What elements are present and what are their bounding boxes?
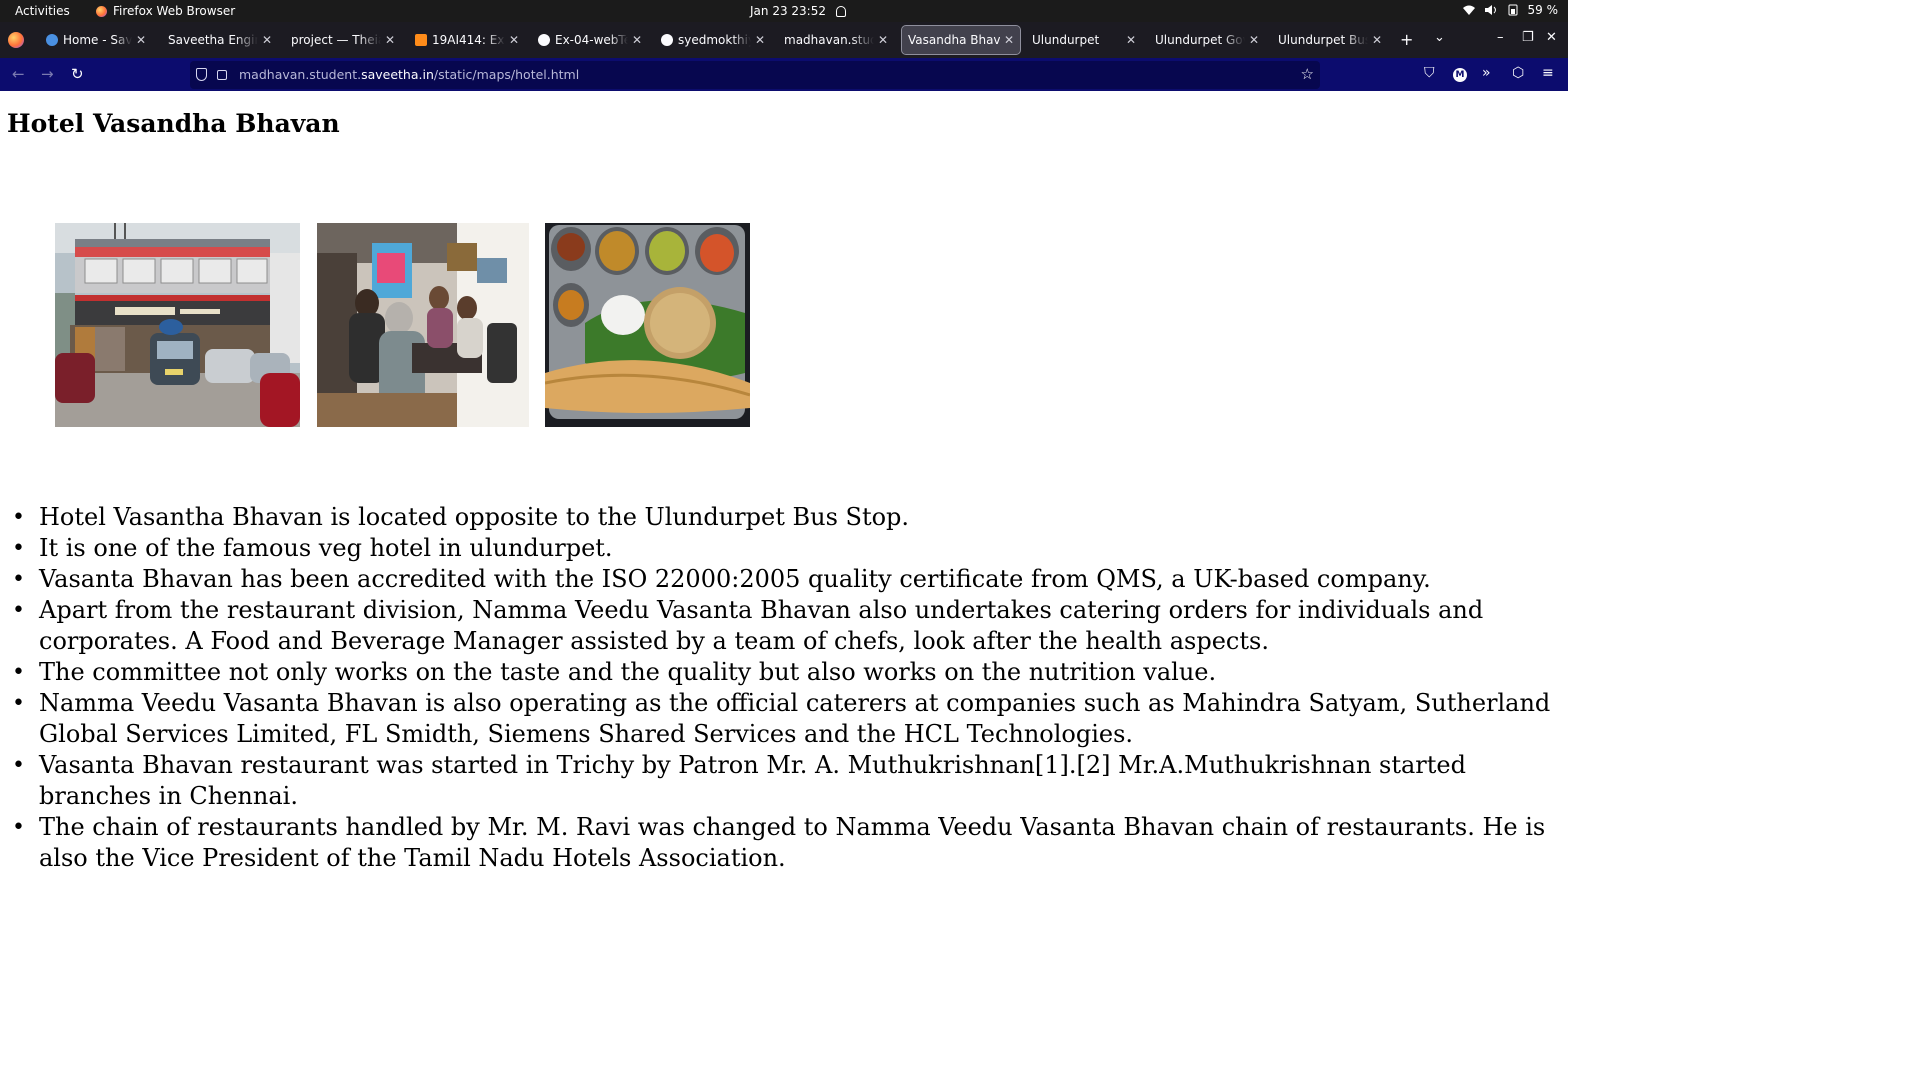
notification-bell-icon bbox=[835, 5, 846, 17]
tab-syedmokthiyar[interactable]: syedmokthiyar ✕ bbox=[655, 26, 771, 54]
dining-hall-photo bbox=[317, 223, 529, 427]
meal-plate-photo bbox=[545, 223, 750, 427]
tab-ulundurpet-bus-stop[interactable]: Ulundurpet Bus-Stop ✕ bbox=[1272, 26, 1388, 54]
list-item: The committee not only works on the tast… bbox=[0, 657, 1568, 688]
tab-close-icon[interactable]: ✕ bbox=[1249, 33, 1259, 47]
tab-close-icon[interactable]: ✕ bbox=[1126, 33, 1136, 47]
list-item: Namma Veedu Vasanta Bhavan is also opera… bbox=[0, 688, 1568, 750]
tab-close-icon[interactable]: ✕ bbox=[632, 33, 642, 47]
page-content: Hotel Vasandha Bhavan • Hotel Vasantha B… bbox=[0, 91, 1568, 882]
chevron-down-icon[interactable]: ⌄ bbox=[1434, 30, 1445, 45]
tab-close-icon[interactable]: ✕ bbox=[136, 33, 146, 47]
activities-button[interactable]: Activities bbox=[15, 4, 70, 18]
tab-ulundurpet[interactable]: Ulundurpet ✕ bbox=[1026, 26, 1142, 54]
tab-label: project — Theia Mobile bbox=[291, 33, 381, 47]
minimize-icon[interactable]: – bbox=[1497, 30, 1504, 45]
wifi-icon bbox=[1462, 5, 1475, 15]
tab-label: Saveetha Engineering bbox=[168, 33, 258, 47]
page-title: Hotel Vasandha Bhavan bbox=[7, 109, 340, 138]
tab-close-icon[interactable]: ✕ bbox=[262, 33, 272, 47]
volume-icon bbox=[1484, 5, 1496, 15]
list-item: The chain of restaurants handled by Mr. … bbox=[0, 812, 1568, 874]
tab-label: Ulundurpet Govt bbox=[1155, 33, 1245, 47]
tab-close-icon[interactable]: ✕ bbox=[878, 33, 888, 47]
tab-ex04-webtech[interactable]: Ex-04-webTech ✕ bbox=[532, 26, 648, 54]
tracking-shield-icon[interactable] bbox=[196, 68, 207, 81]
list-item: Vasanta Bhavan restaurant was started in… bbox=[0, 750, 1568, 812]
url-path: /static/maps/hotel.html bbox=[433, 67, 580, 82]
list-item: It is one of the famous veg hotel in ulu… bbox=[0, 533, 1568, 564]
github-icon bbox=[538, 34, 550, 46]
restore-icon[interactable]: ❐ bbox=[1522, 30, 1534, 45]
tab-label: Ulundurpet bbox=[1032, 33, 1100, 47]
overflow-chevron-icon[interactable]: » bbox=[1482, 65, 1491, 81]
tab-saveetha-engineering[interactable]: Saveetha Engineering ✕ bbox=[162, 26, 278, 54]
forward-arrow-icon[interactable]: → bbox=[41, 65, 54, 83]
extensions-icon[interactable]: ⬡ bbox=[1512, 65, 1524, 81]
url-bar[interactable]: madhavan.student.saveetha.in/static/maps… bbox=[190, 61, 1320, 89]
battery-icon bbox=[1508, 4, 1517, 16]
list-item: Apart from the restaurant division, Namm… bbox=[0, 595, 1568, 657]
tab-close-icon[interactable]: ✕ bbox=[1372, 33, 1382, 47]
tab-label: 19AI414: Ex 04 bbox=[432, 33, 505, 47]
hamburger-menu-icon[interactable]: ≡ bbox=[1542, 65, 1554, 81]
back-arrow-icon[interactable]: ← bbox=[12, 65, 25, 83]
bookmark-star-icon[interactable]: ☆ bbox=[1301, 65, 1314, 83]
tab-close-icon[interactable]: ✕ bbox=[755, 33, 765, 47]
hotel-exterior-photo bbox=[55, 223, 300, 427]
tab-19ai414[interactable]: 19AI414: Ex 04 ✕ bbox=[409, 26, 525, 54]
tab-close-icon[interactable]: ✕ bbox=[509, 33, 519, 47]
tab-strip: Home - Saveetha ✕ Saveetha Engineering ✕… bbox=[0, 22, 1568, 58]
clock-text: Jan 23 23:52 bbox=[750, 4, 826, 18]
reload-icon[interactable]: ↻ bbox=[71, 65, 84, 83]
tab-label: Ex-04-webTech bbox=[555, 33, 628, 47]
github-icon bbox=[661, 34, 673, 46]
firefox-view-icon[interactable] bbox=[8, 32, 24, 48]
close-window-icon[interactable]: ✕ bbox=[1546, 30, 1557, 45]
tab-label: syedmokthiyar bbox=[678, 33, 751, 47]
url-prefix: madhavan.student. bbox=[239, 67, 362, 82]
system-tray[interactable]: 59 % bbox=[1462, 3, 1559, 17]
tab-label: Ulundurpet Bus-Stop bbox=[1278, 33, 1368, 47]
firefox-small-icon bbox=[96, 5, 107, 17]
system-top-bar: Activities Firefox Web Browser Jan 23 23… bbox=[0, 0, 1568, 22]
tab-project-theia[interactable]: project — Theia Mobile ✕ bbox=[285, 26, 401, 54]
tab-home-saveetha[interactable]: Home - Saveetha ✕ bbox=[40, 26, 152, 54]
list-item: Vasanta Bhavan has been accredited with … bbox=[0, 564, 1568, 595]
url-text[interactable]: madhavan.student.saveetha.in/static/maps… bbox=[239, 67, 579, 82]
tab-close-icon[interactable]: ✕ bbox=[385, 33, 395, 47]
pocket-icon[interactable]: ⛉ bbox=[1424, 65, 1435, 81]
saveetha-favicon-icon bbox=[46, 34, 58, 46]
tab-close-icon[interactable]: ✕ bbox=[1004, 33, 1014, 47]
navigation-bar: ← → ↻ madhavan.student.saveetha.in/stati… bbox=[0, 58, 1568, 91]
tab-vasandha-bhavan[interactable]: Vasandha Bhavan ✕ bbox=[901, 25, 1021, 55]
new-tab-icon[interactable]: + bbox=[1400, 30, 1413, 49]
tab-label: Home - Saveetha bbox=[63, 33, 132, 47]
tab-ulundurpet-govt[interactable]: Ulundurpet Govt ✕ bbox=[1149, 26, 1265, 54]
tab-label: madhavan.student bbox=[784, 33, 874, 47]
hotel-facts-list: Hotel Vasantha Bhavan is located opposit… bbox=[0, 502, 1568, 874]
tab-label: Vasandha Bhavan bbox=[908, 33, 1000, 47]
lock-icon[interactable] bbox=[217, 70, 227, 80]
url-host: saveetha.in bbox=[361, 67, 434, 82]
list-item: Hotel Vasantha Bhavan is located opposit… bbox=[0, 502, 1568, 533]
app-menu[interactable]: Firefox Web Browser bbox=[96, 4, 235, 18]
app-name: Firefox Web Browser bbox=[113, 4, 236, 18]
course-favicon-icon bbox=[415, 34, 427, 46]
clock[interactable]: Jan 23 23:52 bbox=[750, 4, 846, 18]
account-icon[interactable]: M bbox=[1453, 68, 1467, 82]
tab-madhavan-student[interactable]: madhavan.student ✕ bbox=[778, 26, 894, 54]
battery-percent: 59 % bbox=[1527, 3, 1559, 17]
